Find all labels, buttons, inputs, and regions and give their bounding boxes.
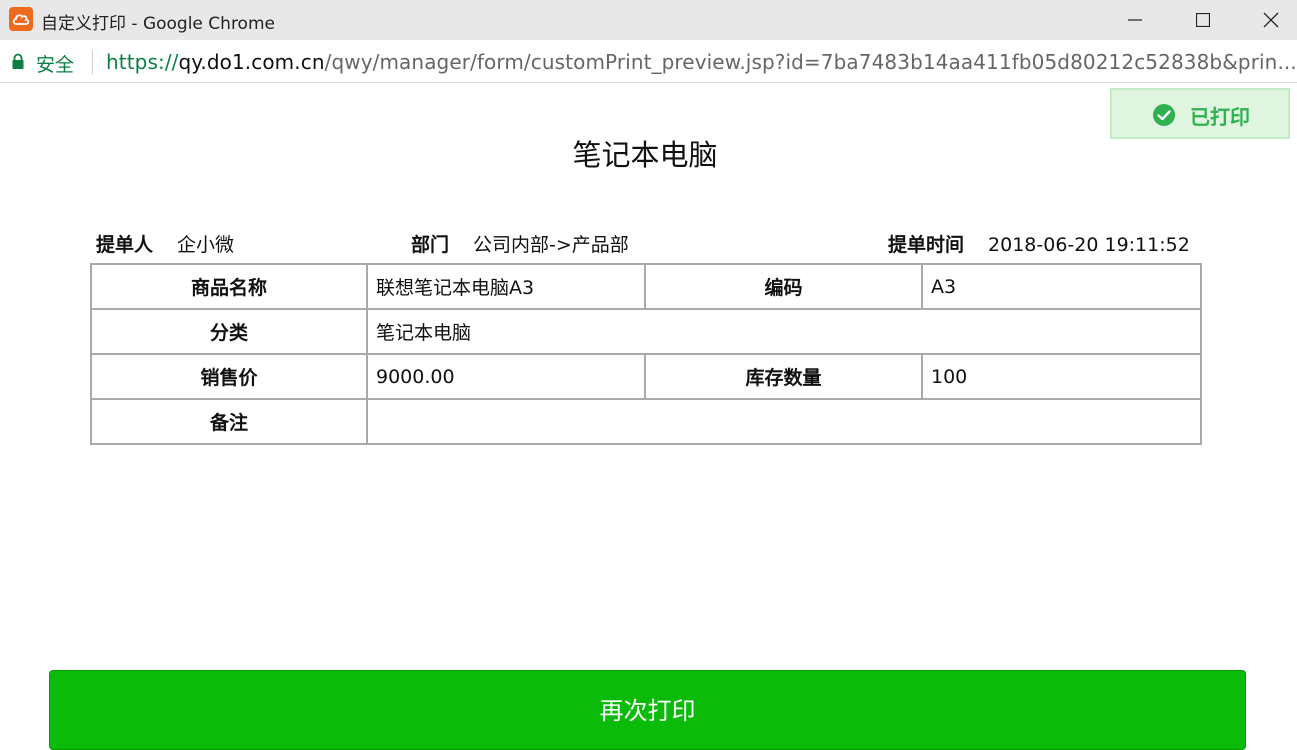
submitter-value: 企小微 [177,234,235,256]
department-label: 部门 [411,234,450,256]
document-title: 笔记本电脑 [572,138,718,172]
submitter-label: 提单人 [96,234,154,256]
window-titlebar: 自定义打印 - Google Chrome [0,0,1297,40]
submit-time-value: 2018-06-20 19:11:52 [988,234,1190,256]
product-name-label: 商品名称 [90,263,368,310]
maximize-icon [1196,13,1210,27]
secure-label[interactable]: 安全 [36,50,74,77]
url-text[interactable]: https://qy.do1.com.cn/qwy/manager/form/c… [106,50,1296,74]
meta-submit-time: 提单时间 2018-06-20 19:11:52 [888,230,1190,257]
close-icon [1263,12,1279,28]
url-path: /qwy/manager/form/customPrint_preview.js… [324,50,1296,74]
url-scheme: https:// [106,50,179,74]
category-label: 分类 [90,308,368,355]
meta-department: 部门 公司内部->产品部 [411,230,629,257]
code-value: A3 [921,263,1202,310]
remark-value [366,398,1202,445]
department-value: 公司内部->产品部 [473,234,629,256]
address-bar[interactable]: 安全 https://qy.do1.com.cn/qwy/manager/for… [0,40,1297,83]
stock-value: 100 [921,353,1202,400]
window-title: 自定义打印 - Google Chrome [41,14,275,34]
cloud-icon [9,7,33,31]
lock-icon [12,53,24,69]
price-label: 销售价 [90,353,368,400]
product-name-value: 联想笔记本电脑A3 [366,263,646,310]
form-table: 商品名称 联想笔记本电脑A3 编码 A3 分类 笔记本电脑 销售价 9000.0… [90,263,1202,445]
table-row: 备注 [90,398,1202,445]
address-divider [92,50,93,74]
meta-submitter: 提单人 企小微 [96,230,234,257]
price-value: 9000.00 [366,353,646,400]
url-host: qy.do1.com.cn [178,50,325,74]
reprint-button[interactable]: 再次打印 [49,670,1246,750]
printed-label: 已打印 [1190,105,1250,129]
submit-time-label: 提单时间 [888,234,965,256]
stock-label: 库存数量 [644,353,923,400]
remark-label: 备注 [90,398,368,445]
close-button[interactable] [1236,0,1297,40]
code-label: 编码 [644,263,923,310]
check-circle-icon [1153,104,1175,126]
category-value: 笔记本电脑 [366,308,1202,355]
table-row: 销售价 9000.00 库存数量 100 [90,353,1202,400]
table-row: 分类 笔记本电脑 [90,308,1202,355]
minimize-icon [1128,19,1142,21]
maximize-button[interactable] [1168,0,1238,40]
minimize-button[interactable] [1100,0,1170,40]
table-row: 商品名称 联想笔记本电脑A3 编码 A3 [90,263,1202,310]
